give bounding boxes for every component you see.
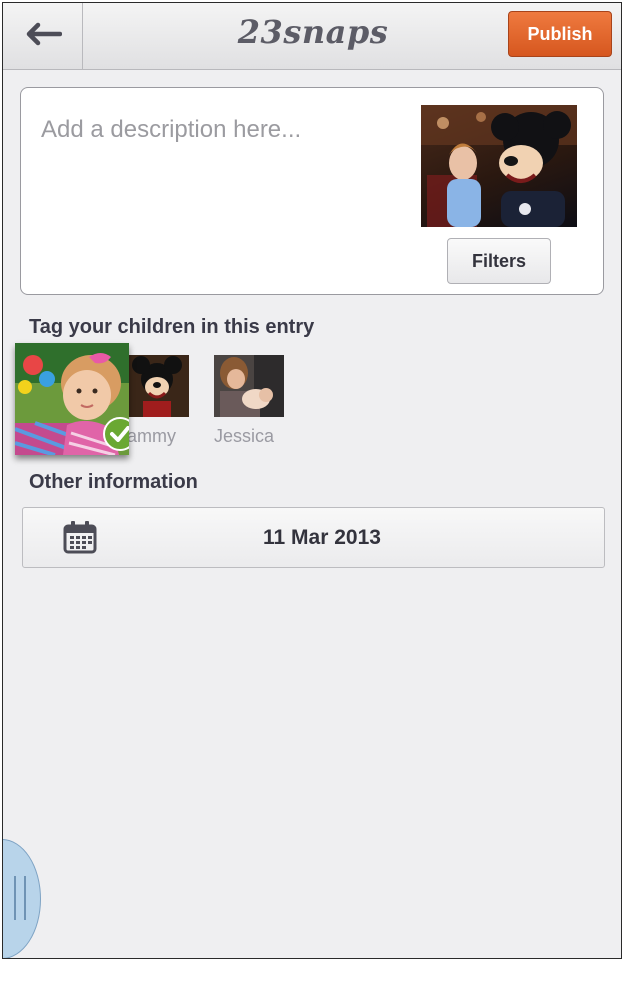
child-sammy[interactable]: ammy xyxy=(127,355,197,451)
child-jessica-thumbnail xyxy=(214,355,284,417)
top-bar: 23snaps Publish xyxy=(3,3,621,70)
back-arrow-icon xyxy=(24,22,62,51)
entry-date: 11 Mar 2013 xyxy=(263,526,381,549)
tag-children-heading: Tag your children in this entry xyxy=(29,316,315,338)
description-input[interactable] xyxy=(41,110,401,150)
child-selected-card[interactable] xyxy=(15,343,129,455)
calendar-icon xyxy=(63,520,97,559)
grip-icon xyxy=(14,876,26,920)
photo-preview[interactable] xyxy=(421,105,577,227)
date-picker-row[interactable]: 11 Mar 2013 xyxy=(22,507,605,568)
publish-button[interactable]: Publish xyxy=(508,11,612,57)
checkmark-icon xyxy=(110,426,129,442)
other-information-heading: Other information xyxy=(29,471,198,493)
filters-button[interactable]: Filters xyxy=(447,238,551,284)
entry-card: Filters xyxy=(20,87,604,295)
side-drawer-handle[interactable] xyxy=(3,839,41,958)
child-jessica[interactable]: Jessica xyxy=(214,355,294,451)
selected-checkmark-badge xyxy=(103,417,129,451)
child-sammy-thumbnail xyxy=(127,355,189,417)
back-button[interactable] xyxy=(3,3,83,69)
child-jessica-name: Jessica xyxy=(214,426,275,446)
app-screen: 23snaps Publish Fi xyxy=(2,2,622,959)
app-title: 23snaps xyxy=(237,13,389,51)
child-sammy-name: ammy xyxy=(127,426,176,446)
